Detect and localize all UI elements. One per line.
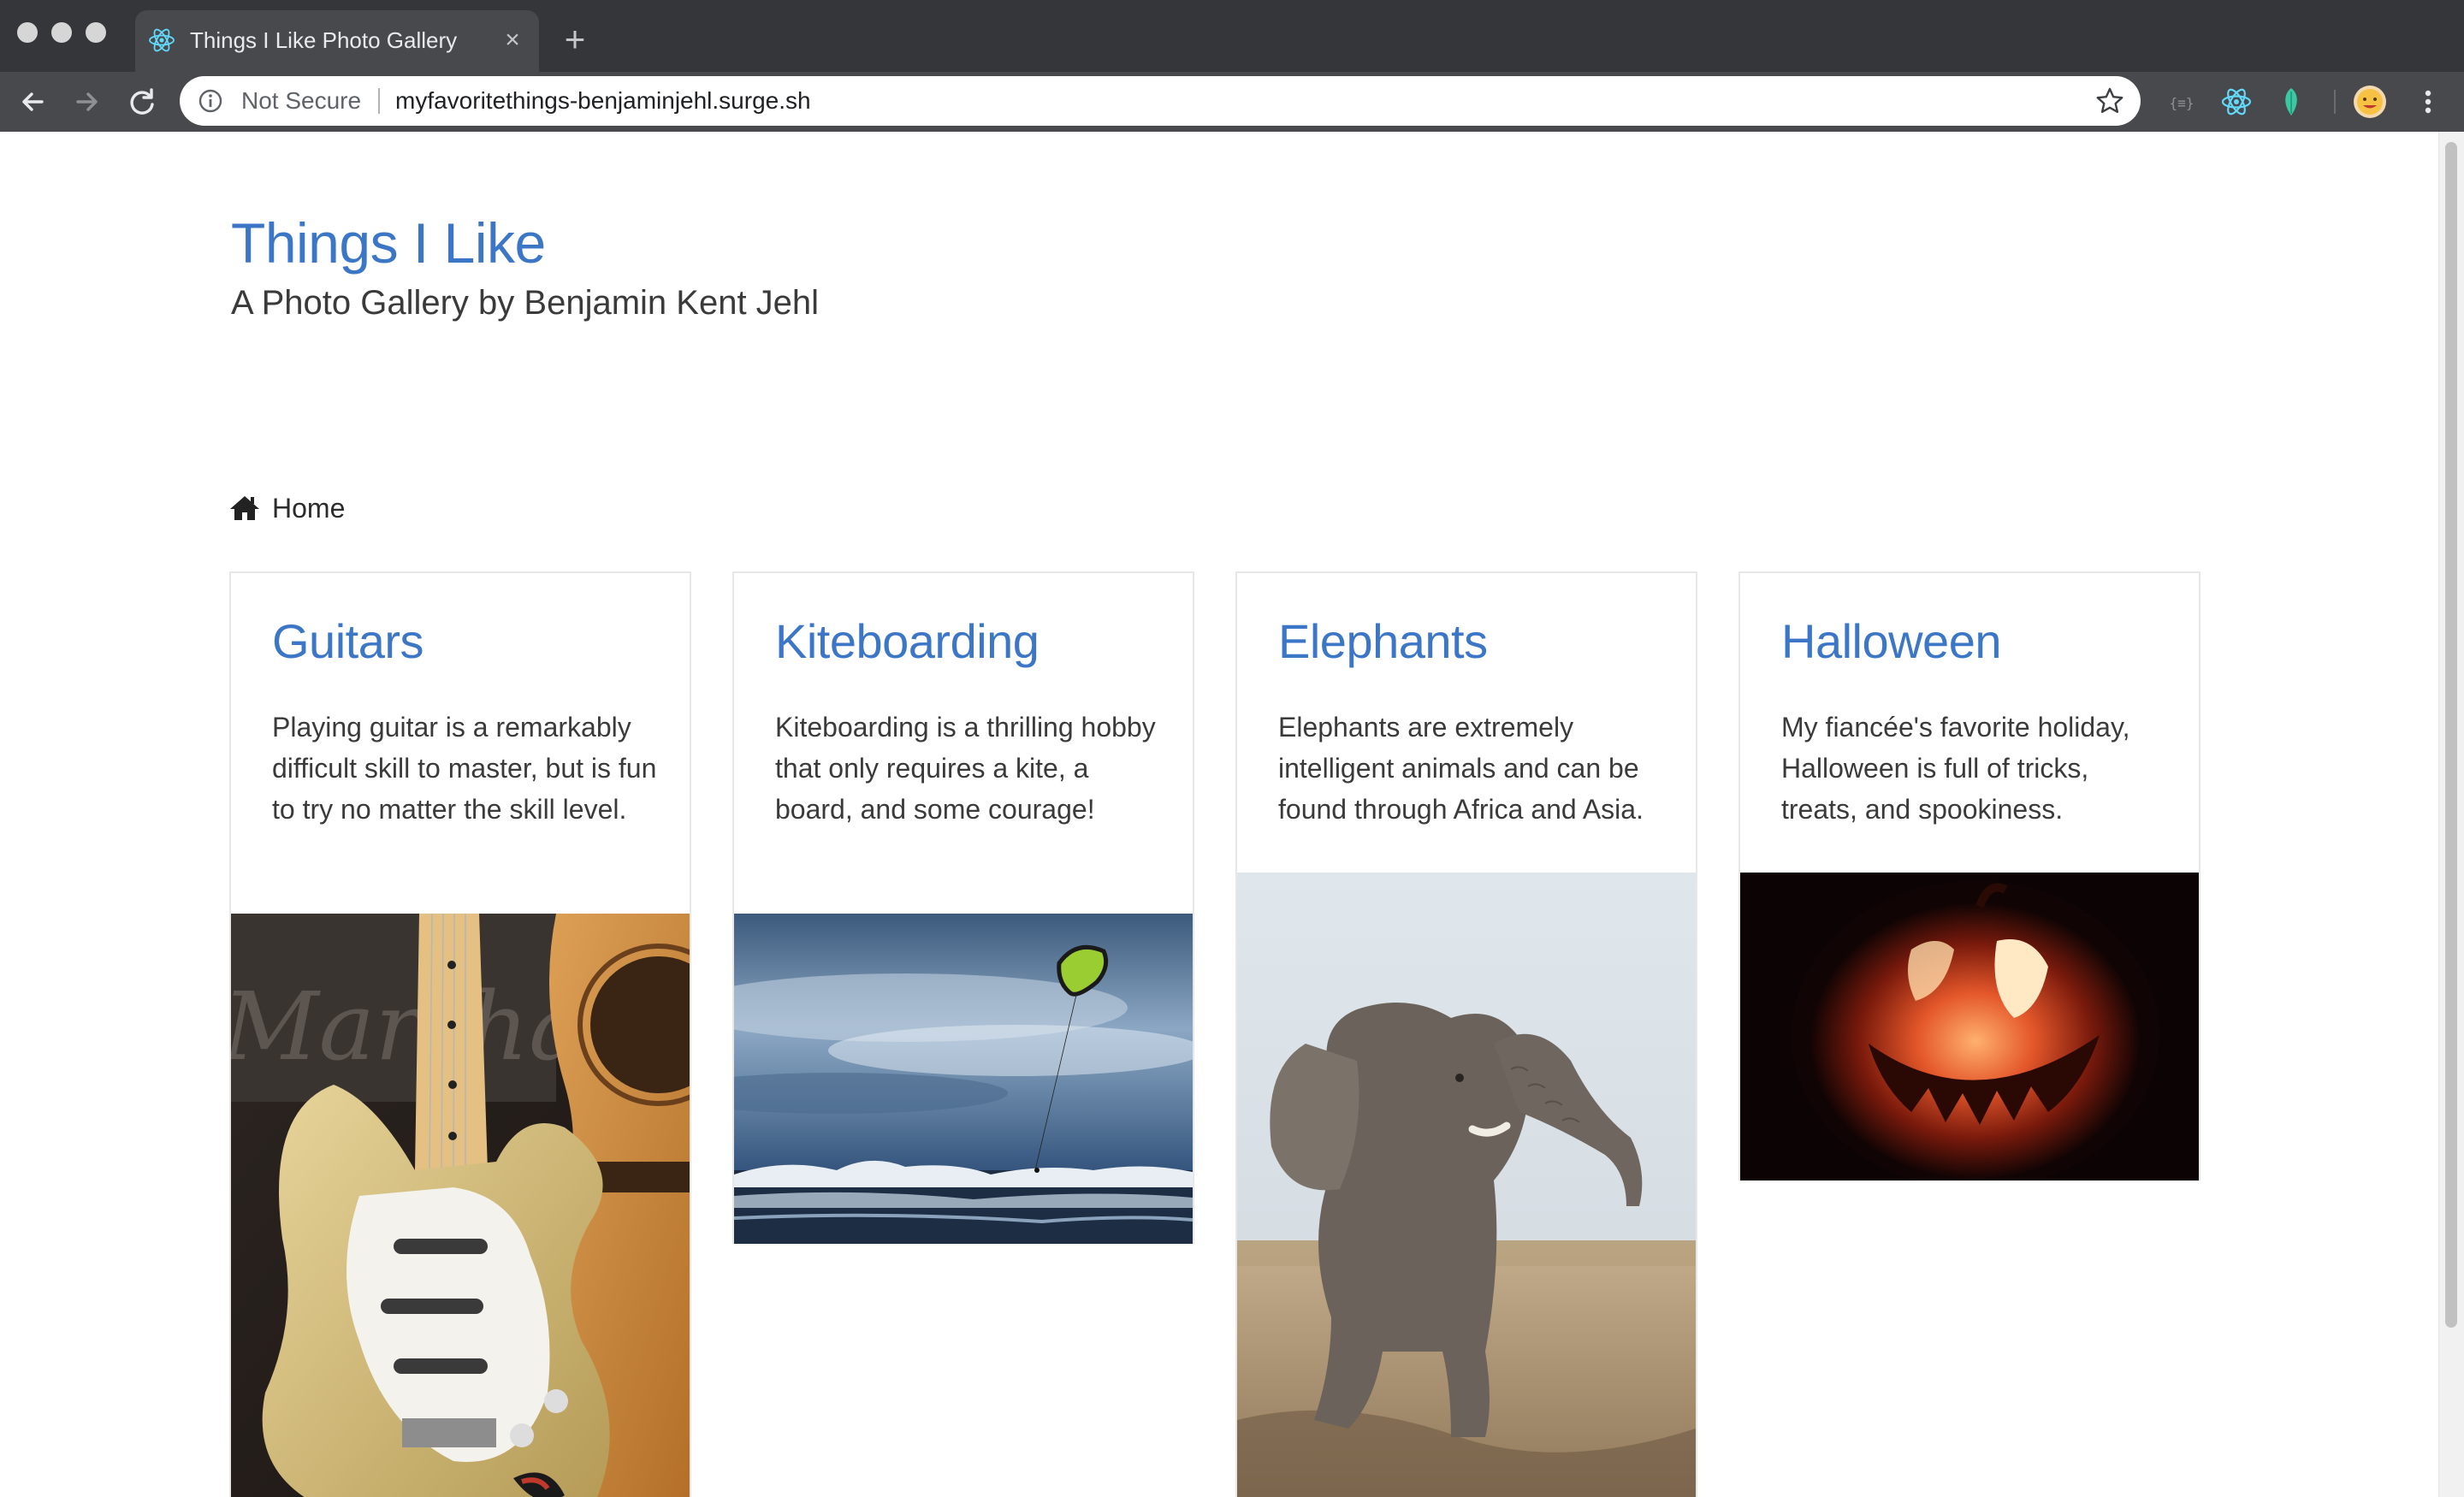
tab-close-icon[interactable]: ×: [498, 26, 527, 55]
card-description: Kiteboarding is a thrilling hobby that o…: [775, 712, 1156, 825]
react-favicon-icon: [147, 26, 176, 55]
browser-toolbar: Not Secure myfavoritethings-benjaminjehl…: [0, 72, 2464, 132]
kiteboarding-photo[interactable]: [734, 914, 1193, 1244]
browser-tab[interactable]: Things I Like Photo Gallery ×: [135, 10, 539, 72]
breadcrumb-home-link[interactable]: Home: [272, 491, 345, 525]
react-devtools-extension-icon[interactable]: [2218, 83, 2255, 121]
svg-text:{≡}: {≡}: [2170, 95, 2194, 111]
card-title[interactable]: Elephants: [1278, 612, 1488, 671]
window-zoom-button[interactable]: [86, 22, 106, 43]
gallery-card-elephants[interactable]: Elephants Elephants are extremely intell…: [1235, 571, 1697, 1497]
gallery-card-kiteboarding[interactable]: Kiteboarding Kiteboarding is a thrilling…: [732, 571, 1194, 1244]
tab-title: Things I Like Photo Gallery: [190, 27, 458, 53]
scrollbar-thumb[interactable]: [2445, 142, 2457, 1328]
window-minimize-button[interactable]: [51, 22, 72, 43]
reload-icon[interactable]: [123, 83, 161, 121]
elephant-photo[interactable]: [1237, 873, 1696, 1497]
security-status: Not Secure: [241, 87, 362, 114]
info-icon[interactable]: [197, 87, 224, 115]
card-title[interactable]: Guitars: [272, 612, 424, 671]
leaf-extension-icon[interactable]: [2272, 83, 2310, 121]
toolbar-divider: [2334, 90, 2336, 114]
back-arrow-icon[interactable]: [14, 83, 51, 121]
page-viewport: Things I Like A Photo Gallery by Benjami…: [0, 132, 2438, 1497]
browser-menu-icon[interactable]: [2413, 83, 2443, 121]
new-tab-button[interactable]: +: [558, 21, 592, 57]
guitar-photo[interactable]: Marshal: [231, 914, 690, 1497]
card-description: My fiancée's favorite holiday, Halloween…: [1781, 712, 2130, 825]
jack-o-lantern-photo[interactable]: [1740, 873, 2199, 1180]
gallery-card-guitars[interactable]: Guitars Playing guitar is a remarkably d…: [229, 571, 691, 1497]
profile-avatar-icon[interactable]: [2351, 83, 2389, 121]
bookmark-star-icon[interactable]: [2094, 86, 2125, 116]
browser-tab-strip: Things I Like Photo Gallery × +: [0, 0, 2464, 72]
card-title[interactable]: Kiteboarding: [775, 612, 1040, 671]
card-description: Elephants are extremely intelligent anim…: [1278, 712, 1644, 825]
json-viewer-extension-icon[interactable]: {≡}: [2163, 83, 2200, 121]
card-title[interactable]: Halloween: [1781, 612, 2002, 671]
card-description: Playing guitar is a remarkably difficult…: [272, 712, 657, 825]
site-subtitle: A Photo Gallery by Benjamin Kent Jehl: [231, 284, 820, 322]
home-icon[interactable]: [229, 494, 260, 522]
address-divider: [378, 88, 380, 114]
url-text[interactable]: myfavoritethings-benjaminjehl.surge.sh: [395, 86, 811, 115]
gallery-card-halloween[interactable]: Halloween My fiancée's favorite holiday,…: [1738, 571, 2200, 1180]
window-close-button[interactable]: [17, 22, 38, 43]
site-title[interactable]: Things I Like: [231, 209, 546, 277]
address-bar[interactable]: Not Secure myfavoritethings-benjaminjehl…: [180, 76, 2141, 126]
forward-arrow-icon[interactable]: [68, 83, 106, 121]
